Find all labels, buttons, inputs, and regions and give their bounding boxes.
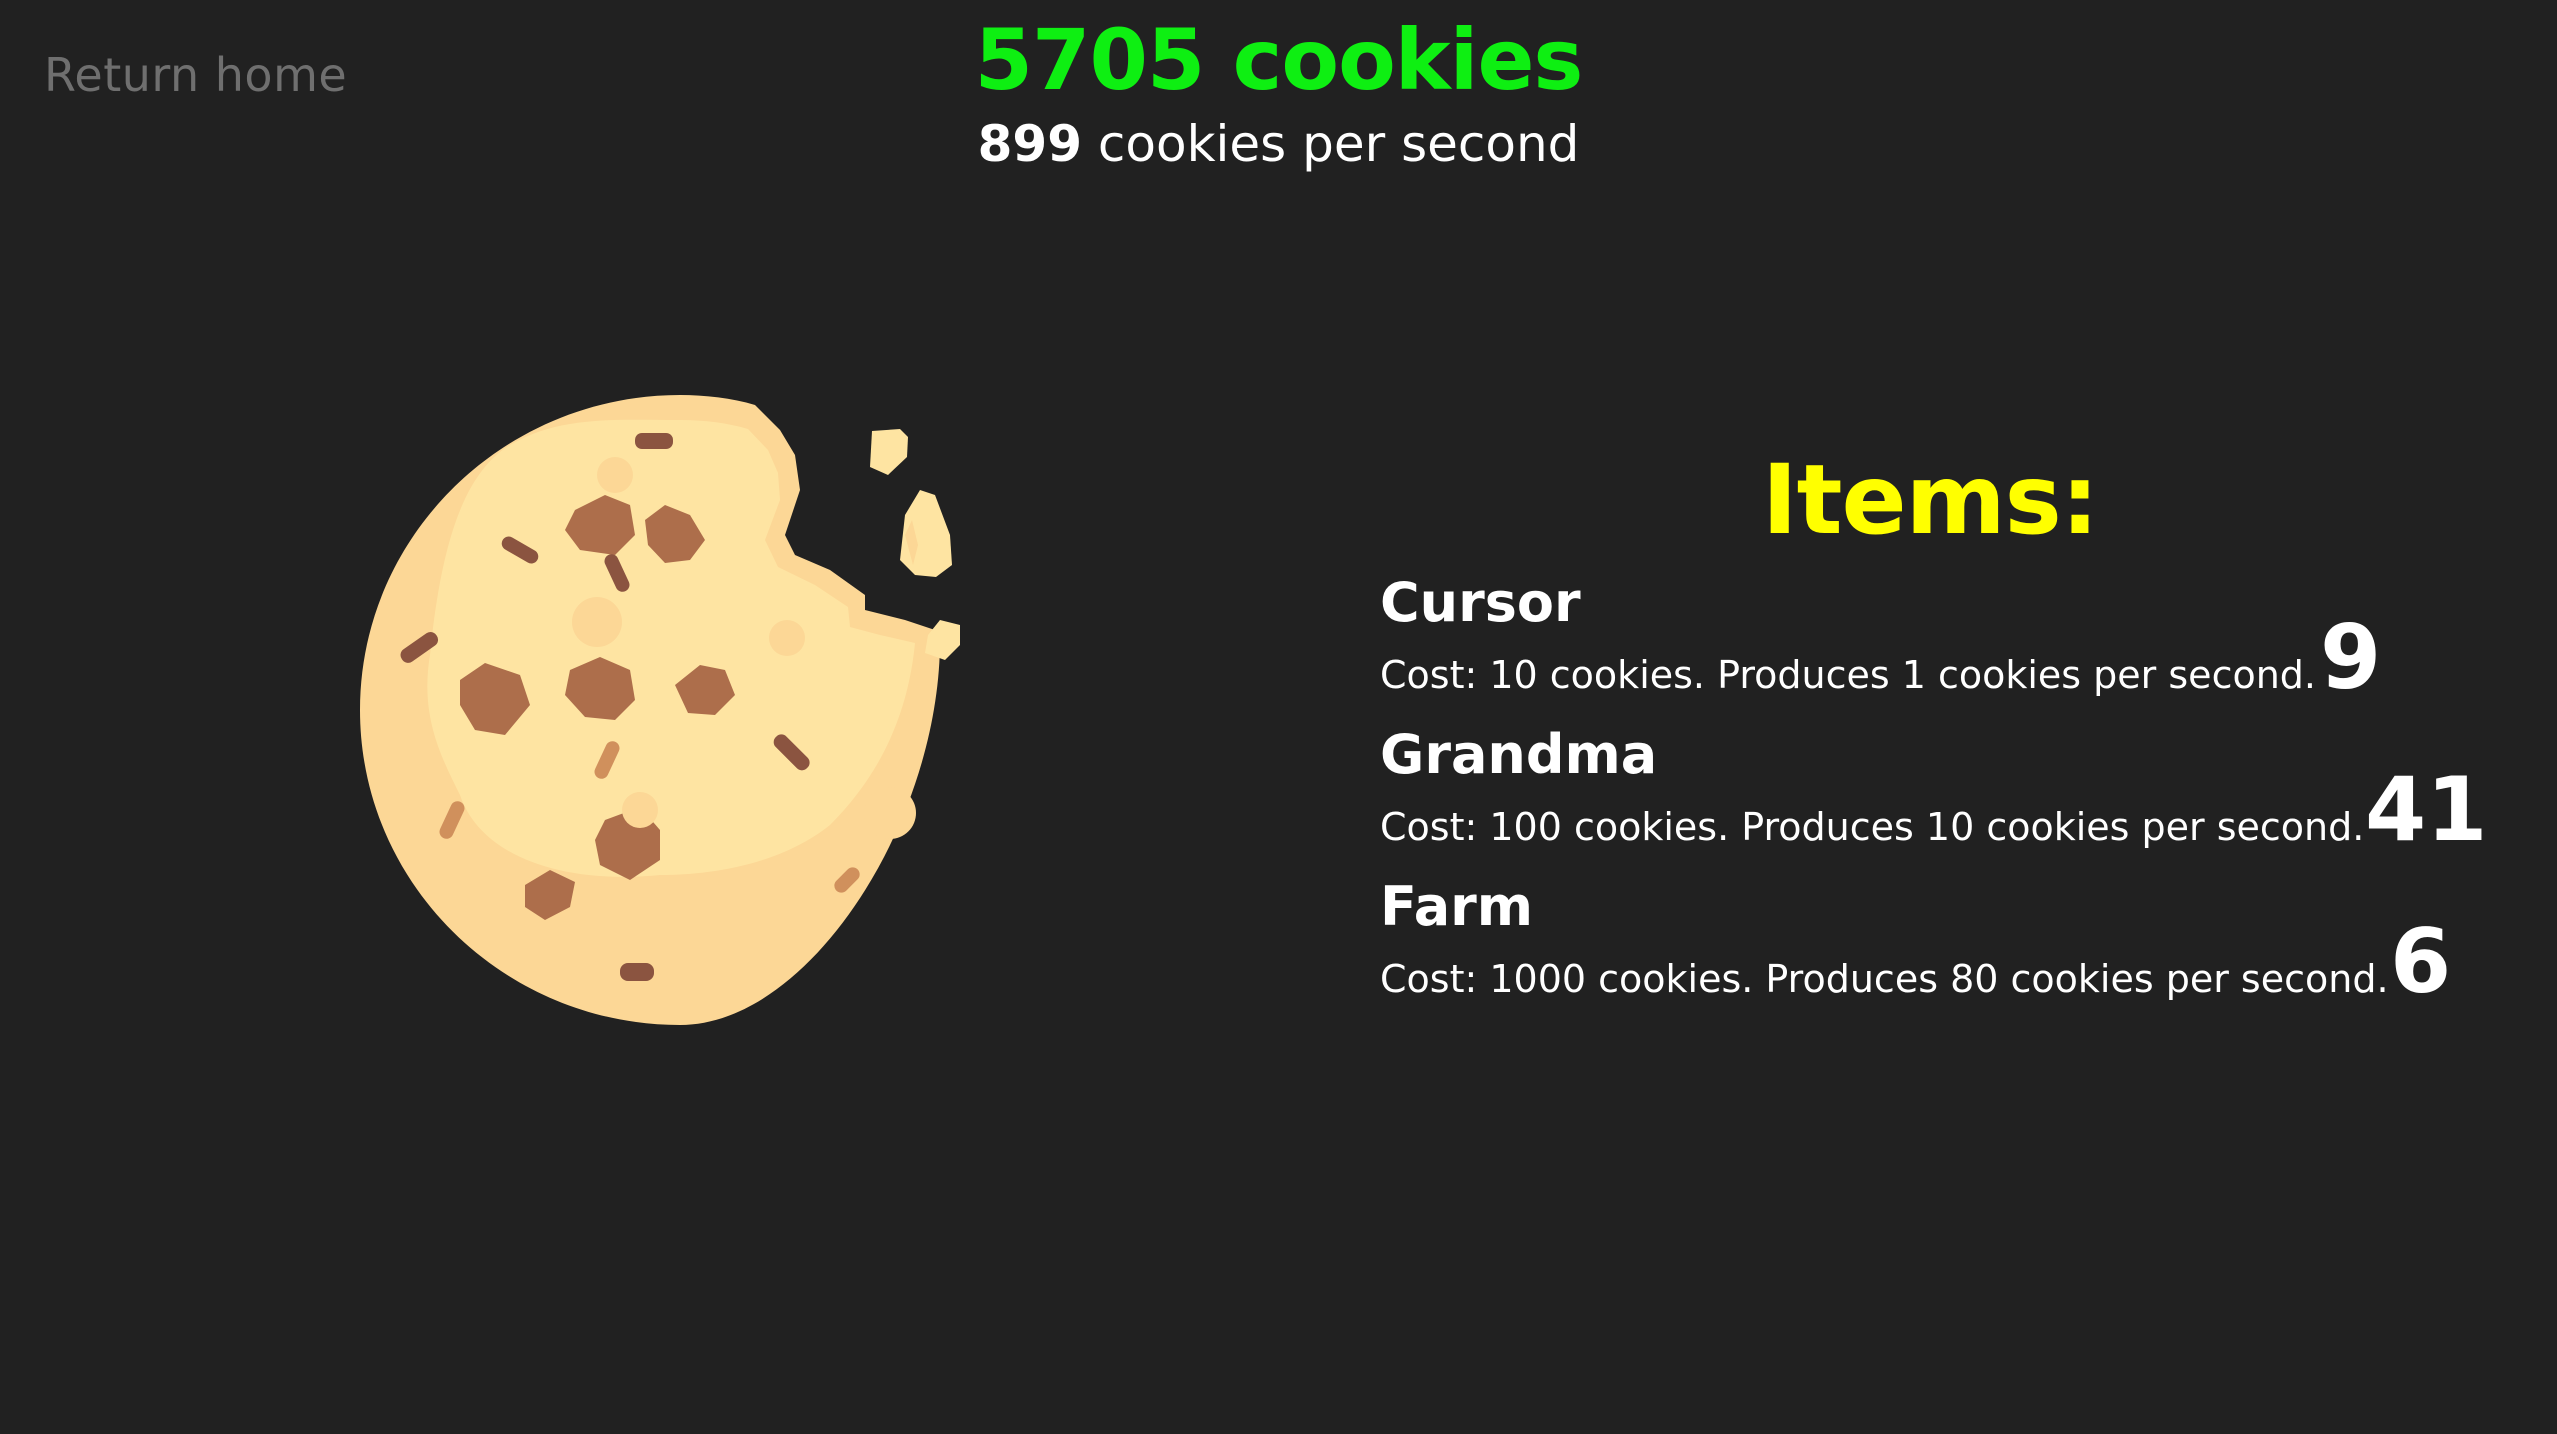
- per-second-label: cookies per second: [1097, 115, 1580, 173]
- item-grandma[interactable]: Grandma Cost: 100 cookies. Produces 10 c…: [1380, 720, 2520, 872]
- cookies-per-second: 899 cookies per second: [0, 112, 2557, 176]
- item-owned-count: 6: [2390, 910, 2452, 1013]
- item-owned-count: 41: [2365, 758, 2488, 861]
- cookie-clicker-page: Return home 5705 cookies 899 cookies per…: [0, 0, 2557, 1434]
- items-title: Items:: [1761, 444, 2099, 556]
- stats-header: 5705 cookies 899 cookies per second: [0, 8, 2557, 176]
- item-description: Cost: 10 cookies. Produces 1 cookies per…: [1380, 653, 2316, 697]
- item-description: Cost: 1000 cookies. Produces 80 cookies …: [1380, 957, 2389, 1001]
- cookie-count-unit: cookies: [1232, 11, 1584, 109]
- cookie-count: 5705 cookies: [0, 8, 2557, 112]
- item-name: Cursor: [1380, 571, 1581, 634]
- item-cursor[interactable]: Cursor Cost: 10 cookies. Produces 1 cook…: [1380, 568, 2520, 720]
- item-name: Farm: [1380, 875, 1534, 938]
- cookie-icon: [360, 395, 960, 1025]
- item-owned-count: 9: [2320, 606, 2382, 709]
- per-second-value: 899: [977, 115, 1082, 173]
- cookie-button[interactable]: [360, 395, 1000, 1035]
- item-farm[interactable]: Farm Cost: 1000 cookies. Produces 80 coo…: [1380, 872, 2520, 1024]
- cookie-count-value: 5705: [974, 11, 1206, 109]
- item-description: Cost: 100 cookies. Produces 10 cookies p…: [1380, 805, 2365, 849]
- item-name: Grandma: [1380, 723, 1658, 786]
